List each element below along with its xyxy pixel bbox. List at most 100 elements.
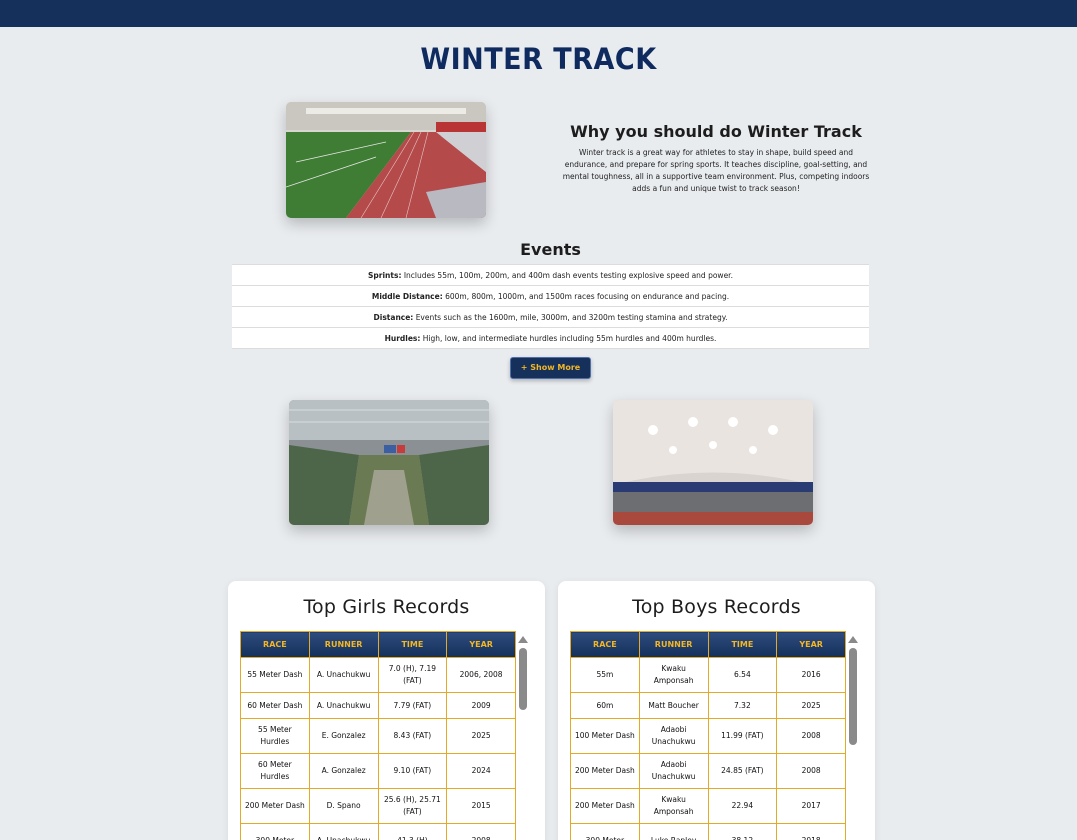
- why-body: Winter track is a great way for athletes…: [562, 148, 870, 193]
- table-cell: 9.10 (FAT): [377, 753, 448, 789]
- girls-records-title: Top Girls Records: [303, 596, 470, 618]
- table-row: 60m Matt Boucher 7.32 2025: [570, 692, 846, 719]
- top-nav-bar: [0, 0, 1077, 27]
- table-cell: A. Unachukwu: [308, 823, 379, 840]
- events-heading: Events: [520, 240, 581, 259]
- table-cell: A. Unachukwu: [308, 657, 379, 693]
- table-cell: 2009: [446, 692, 516, 719]
- show-more-button[interactable]: + Show More: [510, 357, 591, 379]
- table-cell: 2008: [776, 718, 846, 754]
- scroll-thumb[interactable]: [849, 648, 857, 745]
- event-row-middle-distance: Middle Distance: 600m, 800m, 1000m, and …: [232, 285, 869, 307]
- table-row: 200 Meter Dash Adaobi Unachukwu 24.85 (F…: [570, 753, 846, 789]
- table-cell: A. Unachukwu: [308, 692, 379, 719]
- dome-track-photo: [613, 400, 813, 525]
- table-cell: 7.79 (FAT): [377, 692, 448, 719]
- boys-records-title: Top Boys Records: [632, 596, 801, 618]
- event-label: Middle Distance:: [371, 291, 443, 301]
- table-cell: 2008: [446, 823, 516, 840]
- table-cell: 2008: [776, 753, 846, 789]
- table-cell: 100 Meter Dash: [570, 718, 640, 754]
- table-cell: 25.6 (H), 25.71 (FAT): [377, 788, 448, 824]
- event-row-sprints: Sprints: Includes 55m, 100m, 200m, and 4…: [232, 264, 869, 286]
- boys-records-table: RACE RUNNER TIME YEAR 55m Kwaku Amponsah…: [570, 631, 846, 840]
- table-cell: Kwaku Amponsah: [638, 788, 709, 824]
- girls-scrollbar[interactable]: [518, 636, 528, 840]
- event-text: Events such as the 1600m, mile, 3000m, a…: [413, 312, 728, 322]
- column-header: TIME: [707, 631, 778, 658]
- event-label: Distance:: [373, 312, 414, 322]
- girls-records-card: Top Girls Records RACE RUNNER TIME YEAR …: [228, 581, 545, 840]
- scroll-thumb[interactable]: [519, 648, 527, 710]
- table-row: 55 Meter Dash A. Unachukwu 7.0 (H), 7.19…: [240, 657, 516, 693]
- table-cell: 2016: [776, 657, 846, 693]
- indoor-field-photo: [286, 102, 486, 218]
- table-row: 55m Kwaku Amponsah 6.54 2016: [570, 657, 846, 693]
- girls-records-table: RACE RUNNER TIME YEAR 55 Meter Dash A. U…: [240, 631, 516, 840]
- table-cell: A. Gonzalez: [308, 753, 379, 789]
- table-cell: 2018: [776, 823, 846, 840]
- table-cell: 2015: [446, 788, 516, 824]
- table-cell: Adaobi Unachukwu: [638, 718, 709, 754]
- table-cell: Kwaku Amponsah: [638, 657, 709, 693]
- table-cell: 2024: [446, 753, 516, 789]
- table-cell: 2025: [446, 718, 516, 754]
- table-cell: 55 Meter Hurdles: [240, 718, 310, 754]
- table-row: 100 Meter Dash Adaobi Unachukwu 11.99 (F…: [570, 718, 846, 754]
- table-cell: Luke Rapley: [638, 823, 709, 840]
- table-cell: Adaobi Unachukwu: [638, 753, 709, 789]
- table-cell: 2025: [776, 692, 846, 719]
- table-cell: 60m: [570, 692, 640, 719]
- table-cell: 200 Meter Dash: [570, 788, 640, 824]
- table-row: 200 Meter Dash D. Spano 25.6 (H), 25.71 …: [240, 788, 516, 824]
- event-label: Hurdles:: [384, 333, 421, 343]
- table-cell: 38.12: [707, 823, 778, 840]
- table-cell: 22.94: [707, 788, 778, 824]
- table-cell: 6.54: [707, 657, 778, 693]
- table-cell: 24.85 (FAT): [707, 753, 778, 789]
- table-cell: 41.3 (H): [377, 823, 448, 840]
- table-cell: 300 Meter: [240, 823, 310, 840]
- table-cell: E. Gonzalez: [308, 718, 379, 754]
- page-title: WINTER TRACK: [420, 42, 657, 77]
- table-cell: 7.32: [707, 692, 778, 719]
- table-cell: 8.43 (FAT): [377, 718, 448, 754]
- event-text: Includes 55m, 100m, 200m, and 400m dash …: [401, 270, 733, 280]
- table-header-row: RACE RUNNER TIME YEAR: [240, 631, 516, 658]
- why-heading: Why you should do Winter Track: [570, 122, 862, 141]
- girls-records-scroll[interactable]: RACE RUNNER TIME YEAR 55 Meter Dash A. U…: [240, 631, 517, 840]
- boys-records-scroll[interactable]: RACE RUNNER TIME YEAR 55m Kwaku Amponsah…: [570, 631, 847, 840]
- table-cell: Matt Boucher: [638, 692, 709, 719]
- column-header: YEAR: [776, 631, 846, 658]
- scroll-up-arrow-icon[interactable]: [848, 636, 858, 643]
- table-cell: 200 Meter Dash: [570, 753, 640, 789]
- table-row: 300 Meter A. Unachukwu 41.3 (H) 2008: [240, 823, 516, 840]
- table-row: 200 Meter Dash Kwaku Amponsah 22.94 2017: [570, 788, 846, 824]
- table-cell: 60 Meter Dash: [240, 692, 310, 719]
- scroll-up-arrow-icon[interactable]: [518, 636, 528, 643]
- events-table: Sprints: Includes 55m, 100m, 200m, and 4…: [232, 264, 869, 349]
- event-row-hurdles: Hurdles: High, low, and intermediate hur…: [232, 327, 869, 349]
- table-row: 60 Meter Hurdles A. Gonzalez 9.10 (FAT) …: [240, 753, 516, 789]
- column-header: RUNNER: [638, 631, 709, 658]
- why-section: Why you should do Winter Track Winter tr…: [560, 122, 872, 195]
- table-cell: 60 Meter Hurdles: [240, 753, 310, 789]
- boys-scrollbar[interactable]: [848, 636, 858, 840]
- column-header: RUNNER: [308, 631, 379, 658]
- table-cell: 2006, 2008: [446, 657, 516, 693]
- boys-records-card: Top Boys Records RACE RUNNER TIME YEAR 5…: [558, 581, 875, 840]
- event-label: Sprints:: [368, 270, 402, 280]
- table-cell: 300 Meter: [570, 823, 640, 840]
- table-cell: D. Spano: [308, 788, 379, 824]
- table-row: 60 Meter Dash A. Unachukwu 7.79 (FAT) 20…: [240, 692, 516, 719]
- table-row: 55 Meter Hurdles E. Gonzalez 8.43 (FAT) …: [240, 718, 516, 754]
- table-cell: 55 Meter Dash: [240, 657, 310, 693]
- table-header-row: RACE RUNNER TIME YEAR: [570, 631, 846, 658]
- column-header: TIME: [377, 631, 448, 658]
- column-header: YEAR: [446, 631, 516, 658]
- event-text: 600m, 800m, 1000m, and 1500m races focus…: [442, 291, 730, 301]
- table-cell: 55m: [570, 657, 640, 693]
- event-row-distance: Distance: Events such as the 1600m, mile…: [232, 306, 869, 328]
- table-row: 300 Meter Luke Rapley 38.12 2018: [570, 823, 846, 840]
- indoor-stadium-photo: [289, 400, 489, 525]
